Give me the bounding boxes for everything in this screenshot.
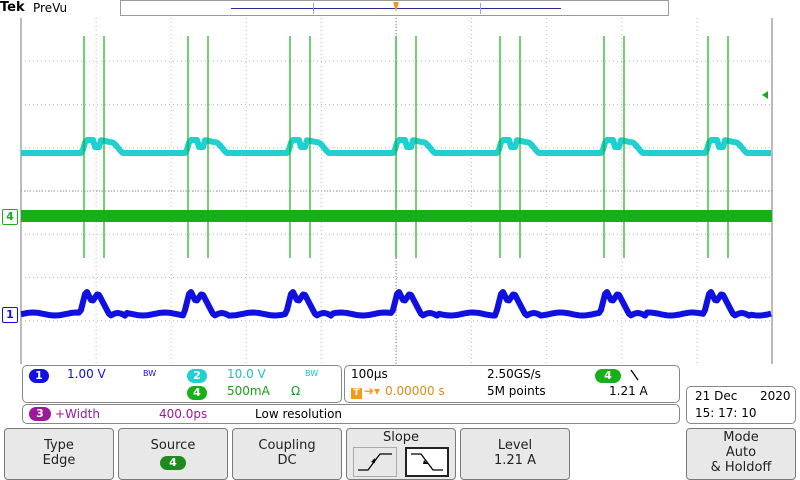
menu-coupling-button[interactable]: Coupling DC [232, 428, 342, 480]
menu-slope-label: Slope [382, 430, 420, 445]
channel-4-marker[interactable]: 4 [2, 209, 18, 225]
trigger-arrow-glyph: ➔▾ [364, 384, 381, 398]
falling-slope-icon [630, 369, 639, 381]
measurement-3-badge: 3 [29, 407, 51, 421]
sample-rate: 2.50GS/s [487, 367, 541, 381]
channel-4-badge[interactable]: 4 [187, 386, 207, 400]
rising-slope-icon [358, 453, 392, 471]
channel-4-scale: 500mA [227, 384, 270, 398]
record-length: 5M points [487, 384, 546, 398]
trigger-source-badge: 4 [595, 369, 621, 383]
acquisition-mode: PreVu [33, 1, 68, 15]
channel-2-bw-icon: BW [305, 369, 319, 378]
channel-1-marker-label: 1 [6, 308, 14, 321]
trigger-position-icon: T [351, 388, 362, 399]
acquisition-panel[interactable]: 100µs 2.50GS/s 4 T ➔▾ 0.00000 s 5M point… [344, 365, 680, 403]
channel-settings-panel[interactable]: 1 1.00 V BW 2 10.0 V BW 4 500mA Ω [22, 365, 342, 403]
channel-4-marker-label: 4 [6, 210, 14, 223]
menu-source-button[interactable]: Source 4 [118, 428, 228, 480]
menu-type-label: Type [44, 438, 74, 453]
channel-2-badge[interactable]: 2 [187, 369, 207, 383]
menu-coupling-value: DC [277, 453, 297, 468]
measurement-status: Low resolution [255, 407, 343, 421]
time-label: 15: 17: 10 [695, 406, 757, 420]
trigger-position-value: 0.00000 s [385, 384, 445, 398]
brand-logo: Tek [0, 0, 25, 15]
menu-slope-button[interactable]: Slope [346, 428, 456, 480]
menu-mode-value-1: Auto [725, 445, 757, 460]
menu-level-button[interactable]: Level 1.21 A [460, 428, 570, 480]
channel-4-termination-icon: Ω [291, 384, 301, 398]
measurement-bar[interactable]: 3 +Width 400.0ps Low resolution [22, 404, 680, 424]
menu-mode-label: Mode [723, 430, 759, 445]
channel-1-badge[interactable]: 1 [29, 369, 49, 383]
year-label: 2020 [760, 389, 791, 403]
falling-slope-option[interactable] [405, 447, 449, 477]
menu-level-label: Level [497, 438, 533, 453]
rising-slope-option[interactable] [353, 447, 397, 477]
timebase-value: 100µs [351, 367, 388, 381]
falling-slope-icon [411, 453, 443, 471]
menu-mode-button[interactable]: Mode Auto & Holdoff [686, 428, 796, 480]
menu-source-label: Source [150, 438, 196, 453]
menu-type-value: Edge [42, 453, 76, 468]
channel-2-scale: 10.0 V [227, 367, 266, 381]
menu-mode-value-2: & Holdoff [710, 460, 772, 475]
waveform-display[interactable] [0, 18, 800, 364]
menu-source-value: 4 [160, 456, 186, 470]
trigger-level-readout: 1.21 A [609, 384, 648, 398]
trigger-arrow-icon [393, 2, 399, 12]
menu-level-value: 1.21 A [494, 453, 536, 468]
channel-1-scale: 1.00 V [67, 367, 106, 381]
measurement-label: +Width [55, 407, 100, 421]
date-label: 21 Dec [695, 389, 738, 403]
datetime-box: 21 Dec 2020 15: 17: 10 [686, 386, 796, 424]
menu-type-button[interactable]: Type Edge [4, 428, 114, 480]
channel-1-bw-icon: BW [143, 369, 157, 378]
menu-coupling-label: Coupling [258, 438, 316, 453]
channel-1-marker[interactable]: 1 [2, 307, 18, 323]
measurement-value: 400.0ps [159, 407, 208, 421]
